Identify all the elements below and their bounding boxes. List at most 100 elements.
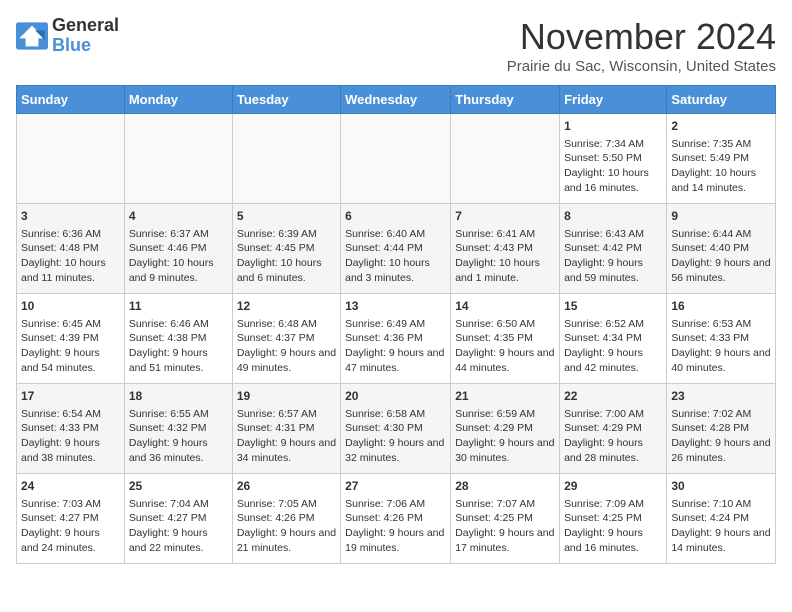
day-number: 27 [345, 478, 446, 495]
calendar-cell: 29Sunrise: 7:09 AM Sunset: 4:25 PM Dayli… [560, 474, 667, 564]
calendar-week-row: 17Sunrise: 6:54 AM Sunset: 4:33 PM Dayli… [17, 384, 776, 474]
day-info: Sunrise: 6:48 AM Sunset: 4:37 PM Dayligh… [237, 317, 336, 376]
calendar-week-row: 3 Sunrise: 6:36 AM Sunset: 4:48 PM Daylig… [17, 204, 776, 294]
day-info: Sunrise: 6:41 AM Sunset: 4:43 PM Dayligh… [455, 227, 555, 286]
day-info: Sunrise: 6:39 AM Sunset: 4:45 PM Dayligh… [237, 227, 336, 286]
calendar-cell: 11Sunrise: 6:46 AM Sunset: 4:38 PM Dayli… [124, 294, 232, 384]
day-info: Sunrise: 6:45 AM Sunset: 4:39 PM Dayligh… [21, 317, 120, 376]
day-info: Sunrise: 7:04 AM Sunset: 4:27 PM Dayligh… [129, 497, 228, 556]
day-info: Sunrise: 7:02 AM Sunset: 4:28 PM Dayligh… [671, 407, 771, 466]
day-info: Sunrise: 7:07 AM Sunset: 4:25 PM Dayligh… [455, 497, 555, 556]
day-number: 1 [564, 118, 662, 135]
day-number: 22 [564, 388, 662, 405]
day-info: Sunrise: 6:44 AM Sunset: 4:40 PM Dayligh… [671, 227, 771, 286]
month-title: November 2024 [507, 16, 776, 58]
day-info: Sunrise: 6:36 AM Sunset: 4:48 PM Dayligh… [21, 227, 120, 286]
calendar-header-row: SundayMondayTuesdayWednesdayThursdayFrid… [17, 86, 776, 114]
calendar-cell: 27 Sunrise: 7:06 AM Sunset: 4:26 PM Dayli… [341, 474, 451, 564]
calendar-cell [124, 114, 232, 204]
logo-line2: Blue [52, 36, 119, 56]
day-info: Sunrise: 7:35 AM Sunset: 5:49 PM Dayligh… [671, 137, 771, 196]
day-number: 25 [129, 478, 228, 495]
day-number: 20 [345, 388, 446, 405]
calendar-cell [17, 114, 125, 204]
day-info: Sunrise: 6:50 AM Sunset: 4:35 PM Dayligh… [455, 317, 555, 376]
day-info: Sunrise: 6:54 AM Sunset: 4:33 PM Dayligh… [21, 407, 120, 466]
calendar-week-row: 24Sunrise: 7:03 AM Sunset: 4:27 PM Dayli… [17, 474, 776, 564]
day-number: 21 [455, 388, 555, 405]
calendar-cell: 17Sunrise: 6:54 AM Sunset: 4:33 PM Dayli… [17, 384, 125, 474]
day-number: 5 [237, 208, 336, 225]
day-number: 30 [671, 478, 771, 495]
calendar-week-row: 1 Sunrise: 7:34 AM Sunset: 5:50 PM Daylig… [17, 114, 776, 204]
day-info: Sunrise: 7:03 AM Sunset: 4:27 PM Dayligh… [21, 497, 120, 556]
title-area: November 2024 Prairie du Sac, Wisconsin,… [507, 16, 776, 75]
header-saturday: Saturday [667, 86, 776, 114]
calendar-cell: 23 Sunrise: 7:02 AM Sunset: 4:28 PM Dayli… [667, 384, 776, 474]
header-wednesday: Wednesday [341, 86, 451, 114]
day-info: Sunrise: 6:49 AM Sunset: 4:36 PM Dayligh… [345, 317, 446, 376]
calendar-cell: 22 Sunrise: 7:00 AM Sunset: 4:29 PM Dayli… [560, 384, 667, 474]
header-tuesday: Tuesday [232, 86, 340, 114]
day-info: Sunrise: 6:37 AM Sunset: 4:46 PM Dayligh… [129, 227, 228, 286]
day-info: Sunrise: 6:57 AM Sunset: 4:31 PM Dayligh… [237, 407, 336, 466]
day-info: Sunrise: 7:00 AM Sunset: 4:29 PM Dayligh… [564, 407, 662, 466]
calendar-cell: 12 Sunrise: 6:48 AM Sunset: 4:37 PM Dayli… [232, 294, 340, 384]
calendar-week-row: 10Sunrise: 6:45 AM Sunset: 4:39 PM Dayli… [17, 294, 776, 384]
day-number: 16 [671, 298, 771, 315]
calendar-cell: 1 Sunrise: 7:34 AM Sunset: 5:50 PM Daylig… [560, 114, 667, 204]
day-number: 12 [237, 298, 336, 315]
calendar-cell: 24Sunrise: 7:03 AM Sunset: 4:27 PM Dayli… [17, 474, 125, 564]
calendar-cell: 4 Sunrise: 6:37 AM Sunset: 4:46 PM Daylig… [124, 204, 232, 294]
day-info: Sunrise: 6:55 AM Sunset: 4:32 PM Dayligh… [129, 407, 228, 466]
calendar-cell: 14 Sunrise: 6:50 AM Sunset: 4:35 PM Dayli… [451, 294, 560, 384]
calendar-cell: 16 Sunrise: 6:53 AM Sunset: 4:33 PM Dayli… [667, 294, 776, 384]
day-number: 6 [345, 208, 446, 225]
logo-text: General Blue [52, 16, 119, 56]
day-info: Sunrise: 7:06 AM Sunset: 4:26 PM Dayligh… [345, 497, 446, 556]
day-info: Sunrise: 7:09 AM Sunset: 4:25 PM Dayligh… [564, 497, 662, 556]
calendar-cell: 7Sunrise: 6:41 AM Sunset: 4:43 PM Daylig… [451, 204, 560, 294]
calendar-cell: 18 Sunrise: 6:55 AM Sunset: 4:32 PM Dayli… [124, 384, 232, 474]
calendar-cell: 9 Sunrise: 6:44 AM Sunset: 4:40 PM Daylig… [667, 204, 776, 294]
calendar-cell: 15 Sunrise: 6:52 AM Sunset: 4:34 PM Dayli… [560, 294, 667, 384]
calendar-cell: 21 Sunrise: 6:59 AM Sunset: 4:29 PM Dayli… [451, 384, 560, 474]
day-number: 8 [564, 208, 662, 225]
day-info: Sunrise: 6:40 AM Sunset: 4:44 PM Dayligh… [345, 227, 446, 286]
subtitle: Prairie du Sac, Wisconsin, United States [507, 58, 776, 75]
day-number: 3 [21, 208, 120, 225]
header-sunday: Sunday [17, 86, 125, 114]
calendar-cell: 28Sunrise: 7:07 AM Sunset: 4:25 PM Dayli… [451, 474, 560, 564]
day-number: 19 [237, 388, 336, 405]
day-number: 18 [129, 388, 228, 405]
day-number: 11 [129, 298, 228, 315]
day-info: Sunrise: 6:52 AM Sunset: 4:34 PM Dayligh… [564, 317, 662, 376]
calendar-cell: 3 Sunrise: 6:36 AM Sunset: 4:48 PM Daylig… [17, 204, 125, 294]
calendar-cell: 5 Sunrise: 6:39 AM Sunset: 4:45 PM Daylig… [232, 204, 340, 294]
day-number: 4 [129, 208, 228, 225]
day-info: Sunrise: 7:34 AM Sunset: 5:50 PM Dayligh… [564, 137, 662, 196]
day-info: Sunrise: 6:43 AM Sunset: 4:42 PM Dayligh… [564, 227, 662, 286]
calendar-cell: 10Sunrise: 6:45 AM Sunset: 4:39 PM Dayli… [17, 294, 125, 384]
day-number: 14 [455, 298, 555, 315]
day-info: Sunrise: 6:59 AM Sunset: 4:29 PM Dayligh… [455, 407, 555, 466]
calendar-cell [232, 114, 340, 204]
calendar-table: SundayMondayTuesdayWednesdayThursdayFrid… [16, 85, 776, 564]
day-number: 23 [671, 388, 771, 405]
logo-icon [16, 22, 48, 50]
calendar-cell: 19 Sunrise: 6:57 AM Sunset: 4:31 PM Dayli… [232, 384, 340, 474]
day-number: 26 [237, 478, 336, 495]
day-info: Sunrise: 6:53 AM Sunset: 4:33 PM Dayligh… [671, 317, 771, 376]
day-number: 2 [671, 118, 771, 135]
day-number: 15 [564, 298, 662, 315]
day-number: 9 [671, 208, 771, 225]
calendar-cell: 6 Sunrise: 6:40 AM Sunset: 4:44 PM Daylig… [341, 204, 451, 294]
calendar-cell: 30Sunrise: 7:10 AM Sunset: 4:24 PM Dayli… [667, 474, 776, 564]
calendar-cell: 8 Sunrise: 6:43 AM Sunset: 4:42 PM Daylig… [560, 204, 667, 294]
calendar-cell [341, 114, 451, 204]
calendar-cell [451, 114, 560, 204]
header-monday: Monday [124, 86, 232, 114]
calendar-cell: 26Sunrise: 7:05 AM Sunset: 4:26 PM Dayli… [232, 474, 340, 564]
calendar-cell: 13Sunrise: 6:49 AM Sunset: 4:36 PM Dayli… [341, 294, 451, 384]
header: General Blue November 2024 Prairie du Sa… [16, 16, 776, 75]
